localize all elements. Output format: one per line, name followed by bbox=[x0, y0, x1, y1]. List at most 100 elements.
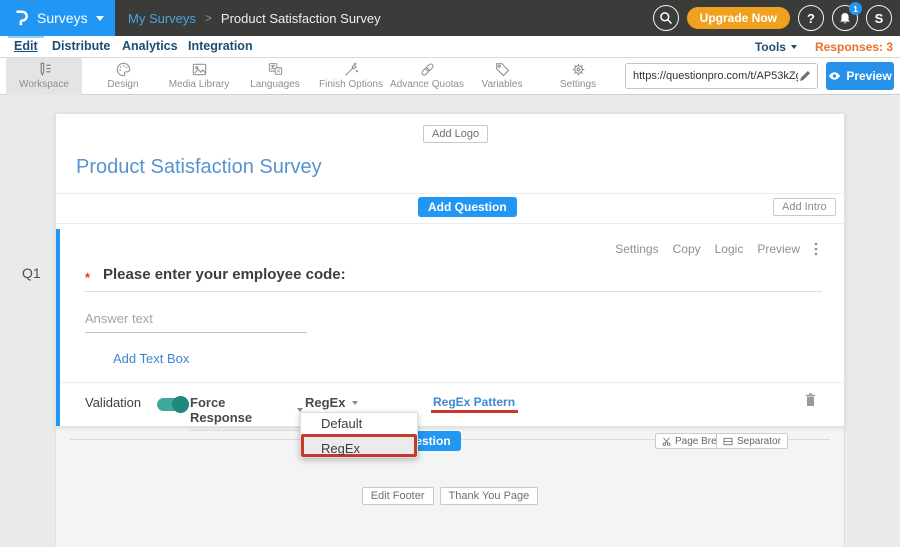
chevron-down-icon bbox=[96, 16, 104, 21]
image-icon bbox=[161, 60, 237, 79]
tab-analytics[interactable]: Analytics bbox=[122, 36, 178, 58]
divider bbox=[60, 382, 844, 383]
toolbar-item-label: Media Library bbox=[161, 79, 237, 91]
toolbar-item-finish-options[interactable]: Finish Options bbox=[313, 58, 389, 95]
eye-icon bbox=[828, 71, 841, 81]
add-intro-button[interactable]: Add Intro bbox=[773, 198, 836, 216]
toolbar-item-label: Settings bbox=[540, 79, 616, 91]
toolbar-item-languages[interactable]: A Languages bbox=[237, 58, 313, 95]
translate-icon: A bbox=[237, 60, 313, 79]
red-underline-annotation bbox=[431, 410, 518, 413]
brand-menu[interactable]: Surveys bbox=[0, 0, 115, 36]
question-actions: Settings Copy Logic Preview bbox=[615, 242, 818, 256]
toolbar-item-workspace[interactable]: Workspace bbox=[6, 58, 82, 95]
question-copy-action[interactable]: Copy bbox=[673, 242, 701, 256]
answer-text-input[interactable] bbox=[85, 309, 307, 333]
questionpro-logo-icon bbox=[14, 9, 29, 27]
search-button[interactable] bbox=[653, 5, 679, 31]
survey-card: Add Logo Product Satisfaction Survey Add… bbox=[55, 113, 845, 427]
responses-count[interactable]: Responses: 3 bbox=[815, 40, 893, 54]
chevron-down-icon bbox=[791, 45, 797, 49]
separator-icon bbox=[723, 437, 733, 446]
svg-text:A: A bbox=[276, 69, 280, 75]
upgrade-now-label: Upgrade Now bbox=[700, 11, 777, 25]
tab-edit[interactable]: Edit bbox=[14, 36, 38, 58]
toolbar-item-label: Variables bbox=[464, 79, 540, 91]
account-avatar[interactable]: S bbox=[866, 5, 892, 31]
help-button[interactable]: ? bbox=[798, 5, 824, 31]
dropdown-option-default[interactable]: Default bbox=[301, 413, 417, 434]
toolbar-item-variables[interactable]: Variables bbox=[464, 58, 540, 95]
toolbar-item-label: Workspace bbox=[6, 79, 82, 91]
question-logic-action[interactable]: Logic bbox=[715, 242, 744, 256]
survey-url-box bbox=[625, 63, 818, 89]
preview-label: Preview bbox=[846, 69, 891, 83]
breadcrumb-my-surveys[interactable]: My Surveys bbox=[128, 11, 196, 26]
tab-distribute[interactable]: Distribute bbox=[52, 36, 110, 58]
toolbar-item-label: Languages bbox=[237, 79, 313, 91]
footer-buttons: Edit Footer Thank You Page bbox=[0, 487, 900, 505]
regex-pattern-link[interactable]: RegEx Pattern bbox=[433, 395, 515, 409]
divider bbox=[56, 223, 844, 224]
divider bbox=[56, 193, 844, 194]
question-block: Settings Copy Logic Preview * Please ent… bbox=[56, 229, 844, 426]
question-code: Q1 bbox=[22, 265, 41, 281]
magic-wand-icon bbox=[313, 60, 389, 79]
questionpro-app: Surveys My Surveys > Product Satisfactio… bbox=[0, 0, 900, 547]
toolbar-item-advance-quotas[interactable]: Advance Quotas bbox=[389, 58, 465, 95]
palette-icon bbox=[85, 60, 161, 79]
breadcrumb-current: Product Satisfaction Survey bbox=[221, 11, 381, 26]
notifications-button[interactable]: 1 bbox=[832, 5, 858, 31]
regex-value: RegEx bbox=[305, 395, 345, 410]
delete-question-icon[interactable] bbox=[804, 392, 817, 407]
survey-url-input[interactable] bbox=[633, 70, 798, 82]
toolbar-item-label: Finish Options bbox=[313, 79, 389, 91]
separator-button[interactable]: Separator bbox=[716, 433, 788, 449]
workspace-toolbar: Workspace Design Media Library A Languag… bbox=[0, 58, 900, 95]
edit-footer-button[interactable]: Edit Footer bbox=[362, 487, 434, 505]
toggle-knob bbox=[172, 396, 189, 413]
required-marker: * bbox=[85, 270, 90, 285]
add-text-box-link[interactable]: Add Text Box bbox=[113, 351, 189, 366]
scissors-icon bbox=[662, 437, 671, 446]
validation-label: Validation bbox=[85, 395, 141, 410]
add-question-button-top[interactable]: Add Question bbox=[418, 197, 517, 217]
upgrade-now-button[interactable]: Upgrade Now bbox=[687, 7, 790, 29]
tabbar-right: Tools Responses: 3 bbox=[755, 36, 893, 58]
question-preview-action[interactable]: Preview bbox=[757, 242, 800, 256]
thank-you-page-button[interactable]: Thank You Page bbox=[440, 487, 539, 505]
tab-integration[interactable]: Integration bbox=[188, 36, 253, 58]
editor-page: Q1 Add Logo Product Satisfaction Survey … bbox=[0, 95, 900, 547]
topbar-actions: Upgrade Now ? 1 S bbox=[653, 0, 892, 36]
notification-badge: 1 bbox=[849, 2, 862, 15]
add-logo-button[interactable]: Add Logo bbox=[423, 125, 488, 143]
validation-toggle[interactable] bbox=[157, 398, 187, 411]
force-response-select[interactable]: Force Response bbox=[190, 395, 303, 431]
tools-label: Tools bbox=[755, 40, 786, 54]
dropdown-option-regex[interactable]: RegEx bbox=[301, 434, 417, 457]
force-response-value: Force Response bbox=[190, 395, 290, 425]
toolbar-item-label: Advance Quotas bbox=[389, 79, 465, 91]
tools-menu[interactable]: Tools bbox=[755, 40, 797, 54]
more-options-icon[interactable] bbox=[814, 242, 818, 256]
preview-button[interactable]: Preview bbox=[826, 62, 894, 90]
gear-icon bbox=[540, 60, 616, 79]
toolbar-item-settings[interactable]: Settings bbox=[540, 58, 616, 95]
question-settings-action[interactable]: Settings bbox=[615, 242, 658, 256]
workspace-icon bbox=[6, 60, 82, 79]
brand-menu-label: Surveys bbox=[37, 10, 88, 26]
tag-icon bbox=[464, 60, 540, 79]
search-icon bbox=[659, 11, 673, 25]
question-underline bbox=[85, 291, 822, 292]
toolbar-item-media-library[interactable]: Media Library bbox=[161, 58, 237, 95]
top-header: Surveys My Surveys > Product Satisfactio… bbox=[0, 0, 900, 36]
breadcrumb: My Surveys > Product Satisfaction Survey bbox=[128, 0, 381, 36]
question-text[interactable]: Please enter your employee code: bbox=[103, 266, 346, 283]
breadcrumb-separator: > bbox=[205, 11, 212, 25]
section-nav: Edit Distribute Analytics Integration To… bbox=[0, 36, 900, 58]
regex-dropdown-menu: Default RegEx bbox=[300, 412, 418, 458]
edit-pencil-icon[interactable] bbox=[798, 69, 812, 83]
toolbar-item-design[interactable]: Design bbox=[85, 58, 161, 95]
help-icon: ? bbox=[807, 11, 815, 26]
survey-title[interactable]: Product Satisfaction Survey bbox=[76, 156, 322, 179]
